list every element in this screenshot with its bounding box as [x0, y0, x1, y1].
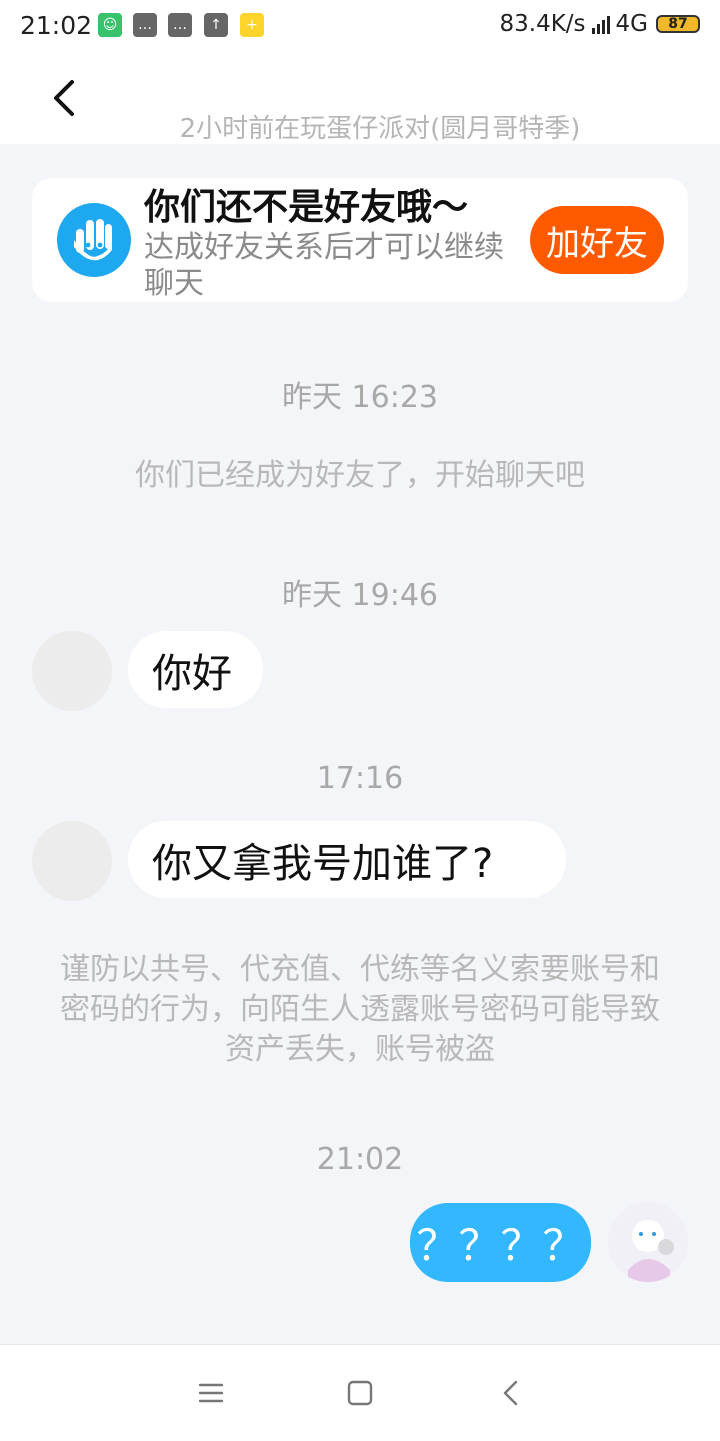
message-icon: …: [168, 13, 192, 37]
message-bubble[interactable]: 你又拿我号加谁了?: [128, 821, 566, 898]
message-text: ？？？？: [416, 1221, 585, 1270]
battery-level: 87: [668, 16, 688, 32]
security-warning: 谨防以共号、代充值、代练等名义索要账号和密码的行为，向陌生人透露账号密码可能导致…: [60, 952, 660, 1067]
network-type: 4G: [615, 11, 648, 37]
menu-icon[interactable]: [193, 1375, 229, 1411]
message-bubble[interactable]: 你好: [128, 631, 263, 708]
notification-icon: +: [240, 13, 264, 37]
status-bar: 21:02 ☺ … … ↑ + 83.4K/s 4G 87: [0, 0, 720, 52]
timestamp: 17:16: [316, 761, 404, 796]
add-friend-button[interactable]: 加好友: [530, 206, 664, 274]
header-subtitle: 2小时前在玩蛋仔派对(圆月哥特季): [179, 114, 581, 144]
message-text: 你又拿我号加谁了?: [152, 840, 494, 887]
timestamp: 昨天 19:46: [282, 578, 438, 613]
card-description: 达成好友关系后才可以继续聊天: [144, 230, 504, 301]
system-nav-bar: [0, 1344, 720, 1441]
timestamp: 昨天 16:23: [282, 380, 438, 415]
signal-icon: [591, 14, 612, 34]
system-message: 你们已经成为好友了，开始聊天吧: [135, 458, 585, 493]
net-speed: 83.4K/s: [499, 11, 586, 37]
hand-wave-icon: [56, 202, 132, 278]
sent-message-bubble[interactable]: ？？？？: [410, 1203, 591, 1282]
avatar[interactable]: [32, 631, 112, 711]
status-right: 83.4K/s 4G 87: [499, 11, 700, 37]
status-time: 21:02: [20, 11, 93, 40]
back-icon[interactable]: [494, 1375, 530, 1411]
avatar[interactable]: [32, 821, 112, 901]
card-title: 你们还不是好友哦～: [144, 187, 469, 228]
user-avatar[interactable]: [608, 1202, 688, 1282]
message-icon: …: [133, 13, 157, 37]
home-icon[interactable]: [342, 1375, 378, 1411]
timestamp: 21:02: [316, 1142, 404, 1177]
chat-header: 2小时前在玩蛋仔派对(圆月哥特季): [0, 52, 720, 144]
cat-app-icon: ☺: [98, 13, 122, 37]
friend-request-card: 你们还不是好友哦～ 达成好友关系后才可以继续聊天 加好友: [32, 178, 688, 302]
message-text: 你好: [152, 650, 232, 697]
upload-icon: ↑: [204, 13, 228, 37]
battery-icon: 87: [656, 15, 700, 33]
